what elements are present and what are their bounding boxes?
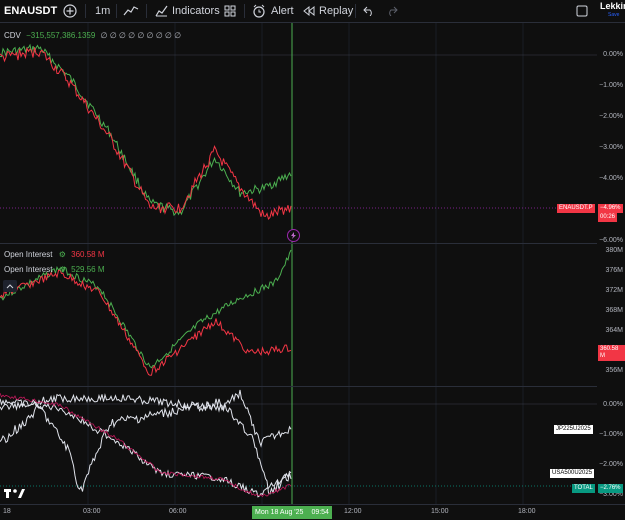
add-symbol-icon[interactable] [63,0,79,22]
indicators-icon[interactable] [155,0,169,22]
jp225-series-line [0,389,292,448]
settings-gear-icon[interactable]: ⚙ [59,250,66,259]
toolbar-divider [244,4,245,18]
cursor-time: 09:54 [311,509,329,516]
pane-separator[interactable] [0,386,597,387]
time-tick: 03:00 [83,508,101,515]
time-tick: 18:00 [518,508,536,515]
toolbar-divider [85,4,86,18]
total-value-tag: −2.76% [598,484,623,493]
oi-tick: 380M [605,247,623,254]
time-tick: 18 [3,508,11,515]
user-save-label[interactable]: Save [608,12,619,18]
chart-canvas[interactable] [0,23,625,504]
cdv-title: CDV [4,31,21,40]
cdv-value: −315,557,386.1359 [26,31,96,40]
oi-value-red: 360.58 M [71,250,105,259]
cdv-series-line [0,43,292,217]
oi-tick: 372M [605,287,623,294]
tradingview-logo-icon[interactable] [4,487,26,499]
price-tick: −2.00% [599,113,623,120]
countdown-tag: 00:26 [598,213,618,222]
index-tick: −2.00% [599,461,623,468]
time-axis[interactable]: 18 03:00 06:00 12:00 15:00 18:00 Mon 18 … [0,504,625,520]
fullscreen-icon[interactable] [576,0,590,22]
oi-red-line [0,269,292,376]
toolbar-divider [355,4,356,18]
open-interest-legend-1[interactable]: Open Interest ⚙ 360.58 M [4,250,104,259]
replay-icon[interactable] [303,0,317,22]
jp225-tag: JP225U2025 [554,425,593,434]
collapse-legend-button[interactable] [3,280,17,292]
price-tick: −6.00% [599,237,623,244]
time-tick: 06:00 [169,508,187,515]
time-tick: 15:00 [431,508,449,515]
symbol-tag: ENAUSDT.P [557,204,595,213]
oi-tick: 364M [605,327,623,334]
pane-separator[interactable] [0,243,597,244]
open-interest-legend-2[interactable]: Open Interest ⚙ 529.56 M [4,265,104,274]
price-tick: 0.00% [603,51,623,58]
oi-label: Open Interest [4,265,53,274]
total-label-tag: TOTAL [572,484,595,493]
layouts-icon[interactable] [224,0,238,22]
total-series-line [0,398,292,495]
index-tick: 0.00% [603,401,623,408]
cursor-time-label: Mon 18 Aug '25 09:54 [252,506,332,519]
index-tick: −1.00% [599,431,623,438]
oi-value-green: 529.56 M [71,265,105,274]
oi-tick: 368M [605,307,623,314]
alarm-clock-icon[interactable] [252,0,268,22]
replay-button[interactable]: Replay [319,0,353,22]
user-name[interactable]: Lekkin [600,1,625,11]
time-tick: 12:00 [344,508,362,515]
oi-value-tag: 360.58 M [598,345,625,361]
chevron-up-icon [6,283,14,288]
price-tag: −4.96% [598,204,623,213]
settings-gear-icon[interactable]: ⚙ [59,265,66,274]
oi-label: Open Interest [4,250,53,259]
price-tick: −3.00% [599,144,623,151]
toolbar-divider [116,4,117,18]
price-tick: −4.00% [599,175,623,182]
chart-type-icon[interactable] [123,0,141,22]
cursor-date: Mon 18 Aug '25 [255,509,304,516]
undo-icon[interactable] [363,0,377,22]
price-axis[interactable]: 0.00% −1.00% −2.00% −3.00% −4.00% −6.00%… [597,23,625,504]
indicators-button[interactable]: Indicators [172,0,220,22]
redo-icon[interactable] [386,0,400,22]
oi-tick: 356M [605,367,623,374]
lightning-icon[interactable] [287,229,300,242]
cdv-legend[interactable]: CDV −315,557,386.1359 ∅ ∅ ∅ ∅ ∅ ∅ ∅ ∅ ∅ [4,31,181,40]
price-tick: −1.00% [599,82,623,89]
oi-tick: 376M [605,267,623,274]
usa500-tag: USA500U2025 [550,469,595,478]
usa500-series-line [0,398,292,498]
symbol-name[interactable]: ENAUSDT [4,0,57,22]
toolbar-divider [146,4,147,18]
cdv-placeholders: ∅ ∅ ∅ ∅ ∅ ∅ ∅ ∅ ∅ [100,31,182,40]
top-toolbar: ENAUSDT 1m Indicators Alert Replay Lekki… [0,0,625,23]
interval-button[interactable]: 1m [95,0,110,22]
alert-button[interactable]: Alert [271,0,294,22]
